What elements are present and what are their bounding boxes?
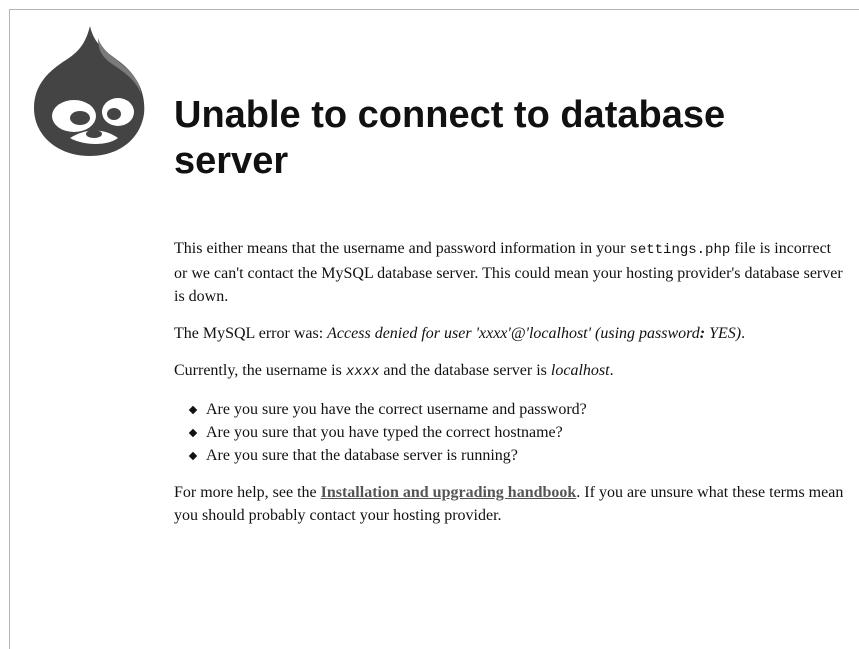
settings-file-name: settings.php <box>629 242 731 258</box>
drupal-drop-icon <box>28 24 148 158</box>
current-server: localhost <box>550 362 610 379</box>
error-content: This either means that the username and … <box>174 237 844 541</box>
list-item: Are you sure you have the correct userna… <box>206 398 844 421</box>
mysql-error-paragraph: The MySQL error was: Access denied for u… <box>174 325 746 342</box>
current-settings-paragraph: Currently, the username is xxxx and the … <box>174 362 614 380</box>
current-username: xxxx <box>345 364 380 380</box>
mysql-error-message: Access denied for user 'xxxx'@'localhost… <box>327 325 742 342</box>
page-title: Unable to connect to database server <box>174 94 726 182</box>
troubleshooting-list: Are you sure you have the correct userna… <box>174 398 844 467</box>
list-item: Are you sure that the database server is… <box>206 444 844 467</box>
help-paragraph: For more help, see the Installation and … <box>174 484 844 524</box>
list-item: Are you sure that you have typed the cor… <box>206 421 844 444</box>
handbook-link[interactable]: Installation and upgrading handbook <box>321 484 577 501</box>
intro-paragraph: This either means that the username and … <box>174 240 843 305</box>
